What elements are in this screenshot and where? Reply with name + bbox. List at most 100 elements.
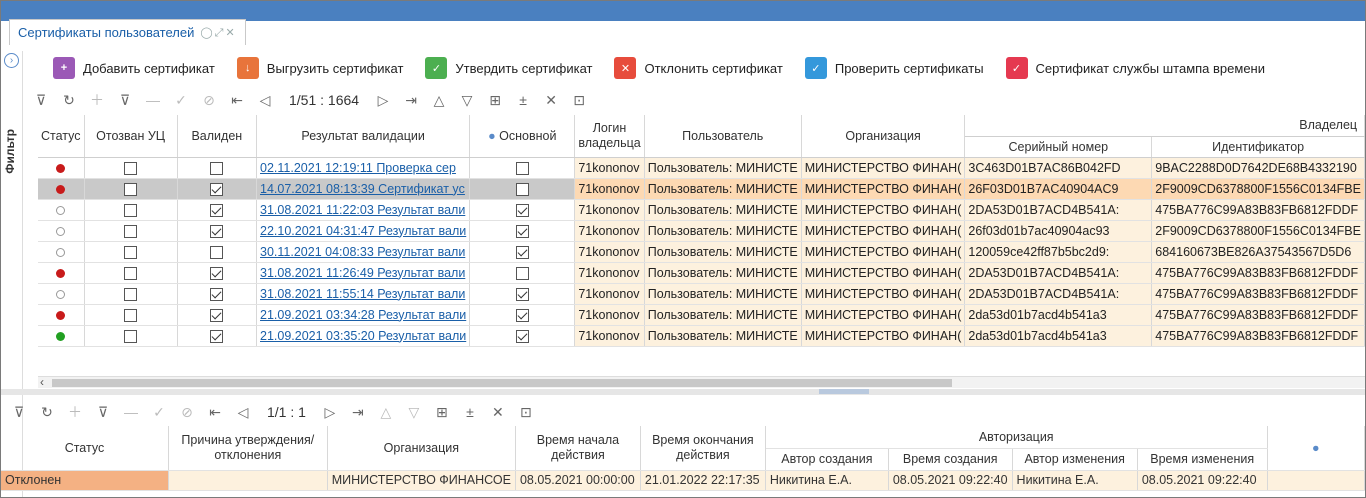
cell-result[interactable]: 02.11.2021 12:19:11 Проверка сер xyxy=(256,157,471,179)
table-row[interactable]: 21.09.2021 03:34:28 Результат вали 71kono… xyxy=(38,304,1365,326)
horizontal-scrollbar[interactable]: ‹ xyxy=(38,375,1365,389)
col-login[interactable]: Логин владельца xyxy=(574,115,645,158)
table-row[interactable]: 31.08.2021 11:26:49 Результат вали 71kono… xyxy=(38,262,1365,284)
main-checkbox[interactable] xyxy=(515,308,529,322)
splitter-grip[interactable] xyxy=(819,389,869,394)
next-page-icon[interactable]: ▷ xyxy=(369,92,397,109)
revoked-checkbox[interactable] xyxy=(124,245,138,259)
revoked-checkbox[interactable] xyxy=(124,161,138,175)
result-link[interactable]: 14.07.2021 08:13:39 Сертификат уc xyxy=(260,182,465,196)
revoked-checkbox[interactable] xyxy=(124,287,138,301)
col-revoked[interactable]: Отозван УЦ xyxy=(84,115,178,158)
action-button-2[interactable]: ↓ Выгрузить сертификат xyxy=(236,57,403,79)
result-link[interactable]: 30.11.2021 04:08:33 Результат вали xyxy=(260,245,465,259)
dropdown-icon[interactable]: ⊡ xyxy=(565,92,593,109)
clear-icon[interactable]: ✕ xyxy=(537,92,565,109)
table-row[interactable]: 02.11.2021 12:19:11 Проверка сер 71konono… xyxy=(38,157,1365,179)
revoked-checkbox[interactable] xyxy=(124,182,138,196)
valid-checkbox[interactable] xyxy=(210,287,224,301)
result-link[interactable]: 21.09.2021 03:35:20 Результат вали xyxy=(260,329,466,343)
dropdown-icon[interactable]: ⊡ xyxy=(512,404,540,421)
table-row[interactable]: 14.07.2021 08:13:39 Сертификат уc 71konon… xyxy=(38,178,1365,200)
main-checkbox[interactable] xyxy=(515,266,529,280)
save-icon[interactable]: ✓ xyxy=(145,404,173,421)
refresh-icon[interactable]: ↻ xyxy=(33,404,61,421)
col-main[interactable]: ● Основной xyxy=(469,115,576,158)
columns-icon[interactable]: ⊞ xyxy=(481,92,509,109)
scroll-left-icon[interactable]: ‹ xyxy=(40,375,44,389)
table-row[interactable]: 21.09.2021 03:35:20 Результат вали 71kono… xyxy=(38,325,1365,347)
table-row[interactable]: Отклонен МИНИСТЕРСТВО ФИНАНСОЕ 08.05.202… xyxy=(1,470,1365,491)
prev-page-icon[interactable]: ◁ xyxy=(251,92,279,109)
valid-checkbox[interactable] xyxy=(210,266,224,280)
col-hist-time-modified[interactable]: Время изменения xyxy=(1137,448,1268,471)
cell-result[interactable]: 14.07.2021 08:13:39 Сертификат уc xyxy=(256,178,471,200)
cancel-icon[interactable]: ⊘ xyxy=(173,404,201,421)
col-hist-org[interactable]: Организация xyxy=(327,426,516,471)
col-result[interactable]: Результат валидации xyxy=(256,115,471,158)
expand-filter-icon[interactable]: › xyxy=(4,53,19,68)
col-serial[interactable]: Серийный номер xyxy=(964,136,1153,158)
valid-checkbox[interactable] xyxy=(210,224,224,238)
clear-filter-icon[interactable]: ⊽ xyxy=(111,92,139,109)
result-link[interactable]: 31.08.2021 11:26:49 Результат вали xyxy=(260,266,465,280)
next-page-icon[interactable]: ▷ xyxy=(316,404,344,421)
col-hist-end[interactable]: Время окончания действия xyxy=(640,426,766,471)
sort-asc-icon[interactable]: △ xyxy=(372,404,400,421)
valid-checkbox[interactable] xyxy=(210,308,224,322)
scroll-thumb[interactable] xyxy=(52,379,952,387)
main-checkbox[interactable] xyxy=(515,329,529,343)
action-button-4[interactable]: ✕ Отклонить сертификат xyxy=(614,57,783,79)
group-icon[interactable]: ± xyxy=(509,92,537,108)
first-page-icon[interactable]: ⇤ xyxy=(201,404,229,421)
save-icon[interactable]: ✓ xyxy=(167,92,195,109)
col-hist-start[interactable]: Время начала действия xyxy=(515,426,641,471)
sort-desc-icon[interactable]: ▽ xyxy=(453,92,481,109)
main-checkbox[interactable] xyxy=(515,161,529,175)
remove-icon[interactable]: — xyxy=(139,92,167,108)
add-icon[interactable]: ＋ xyxy=(83,90,111,110)
clear-icon[interactable]: ✕ xyxy=(484,404,512,421)
settings-dot-icon[interactable]: ● xyxy=(1267,426,1365,471)
main-checkbox[interactable] xyxy=(515,287,529,301)
revoked-checkbox[interactable] xyxy=(124,329,138,343)
valid-checkbox[interactable] xyxy=(210,329,224,343)
valid-checkbox[interactable] xyxy=(210,203,224,217)
tab-controls-icon[interactable]: ◯⤢✕ xyxy=(200,26,236,40)
sort-asc-icon[interactable]: △ xyxy=(425,92,453,109)
group-icon[interactable]: ± xyxy=(456,404,484,420)
tab-user-certificates[interactable]: Сертификаты пользователей ◯⤢✕ xyxy=(9,19,246,45)
main-checkbox[interactable] xyxy=(515,203,529,217)
cell-result[interactable]: 31.08.2021 11:26:49 Результат вали xyxy=(256,262,471,284)
valid-checkbox[interactable] xyxy=(210,182,224,196)
table-row[interactable]: 31.08.2021 11:55:14 Результат вали 71kono… xyxy=(38,283,1365,305)
action-button-5[interactable]: ✓ Проверить сертификаты xyxy=(804,57,984,79)
cancel-icon[interactable]: ⊘ xyxy=(195,92,223,109)
filter-icon[interactable]: ⊽ xyxy=(5,404,33,421)
revoked-checkbox[interactable] xyxy=(124,266,138,280)
col-hist-auth-group[interactable]: Авторизация xyxy=(765,426,1268,449)
cell-result[interactable]: 31.08.2021 11:55:14 Результат вали xyxy=(256,283,471,305)
valid-checkbox[interactable] xyxy=(210,161,224,175)
main-checkbox[interactable] xyxy=(515,245,529,259)
columns-icon[interactable]: ⊞ xyxy=(428,404,456,421)
col-hist-author-created[interactable]: Автор создания xyxy=(765,448,889,471)
revoked-checkbox[interactable] xyxy=(124,308,138,322)
col-hist-author-modified[interactable]: Автор изменения xyxy=(1012,448,1138,471)
result-link[interactable]: 31.08.2021 11:55:14 Результат вали xyxy=(260,287,465,301)
add-icon[interactable]: ＋ xyxy=(61,402,89,422)
col-hist-time-created[interactable]: Время создания xyxy=(888,448,1013,471)
col-status[interactable]: Статус xyxy=(38,115,85,158)
valid-checkbox[interactable] xyxy=(210,245,224,259)
table-row[interactable]: 31.08.2021 11:22:03 Результат вали 71kono… xyxy=(38,199,1365,221)
action-button-6[interactable]: ✓ Сертификат службы штампа времени xyxy=(1005,57,1265,79)
cell-result[interactable]: 31.08.2021 11:22:03 Результат вали xyxy=(256,199,471,221)
result-link[interactable]: 02.11.2021 12:19:11 Проверка сер xyxy=(260,161,456,175)
revoked-checkbox[interactable] xyxy=(124,203,138,217)
filter-icon[interactable]: ⊽ xyxy=(27,92,55,109)
col-ident[interactable]: Идентификатор xyxy=(1151,136,1365,158)
cell-result[interactable]: 21.09.2021 03:35:20 Результат вали xyxy=(256,325,471,347)
remove-icon[interactable]: — xyxy=(117,404,145,420)
col-user[interactable]: Пользователь xyxy=(644,115,802,158)
revoked-checkbox[interactable] xyxy=(124,224,138,238)
